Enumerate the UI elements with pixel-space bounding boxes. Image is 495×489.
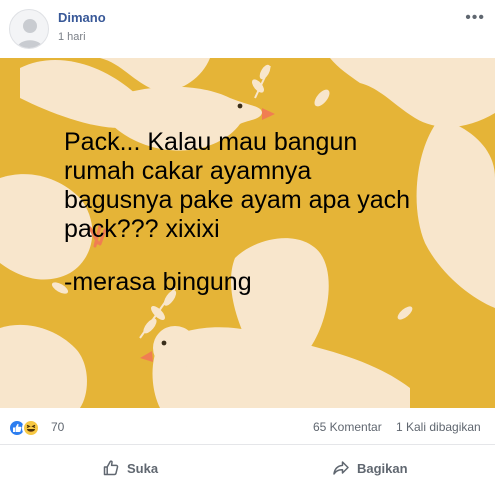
post-time[interactable]: 1 hari bbox=[58, 31, 86, 43]
post-image[interactable]: Pack... Kalau mau bangun rumah cakar aya… bbox=[0, 58, 495, 408]
caption-line: rumah cakar ayamnya bbox=[64, 157, 312, 185]
post-actions: Suka Bagikan bbox=[0, 446, 495, 489]
caption-line: Pack... Kalau mau bangun bbox=[64, 128, 358, 156]
share-button[interactable]: Bagikan bbox=[332, 458, 408, 478]
reaction-count[interactable]: 70 bbox=[51, 420, 64, 434]
caption-line bbox=[64, 244, 444, 268]
more-icon[interactable]: ••• bbox=[465, 10, 485, 26]
share-arrow-icon bbox=[333, 461, 349, 475]
comment-count[interactable]: 65 Komentar bbox=[313, 420, 382, 434]
post-stats: 70 65 Komentar 1 Kali dibagikan bbox=[0, 409, 495, 445]
author-name[interactable]: Dimano bbox=[58, 10, 106, 25]
share-button-label: Bagikan bbox=[357, 460, 408, 476]
post-header: Dimano 1 hari ••• bbox=[0, 0, 495, 58]
caption-line: bagusnya pake ayam apa yach bbox=[64, 186, 411, 214]
caption-line: -merasa bingung bbox=[64, 268, 252, 296]
image-caption: Pack... Kalau mau bangun rumah cakar aya… bbox=[64, 128, 444, 297]
like-button[interactable]: Suka bbox=[102, 458, 158, 478]
like-button-label: Suka bbox=[127, 460, 159, 476]
default-avatar-icon bbox=[16, 19, 44, 48]
share-count[interactable]: 1 Kali dibagikan bbox=[396, 420, 481, 434]
haha-reaction-icon bbox=[22, 419, 40, 437]
avatar[interactable] bbox=[9, 9, 49, 49]
caption-line: pack??? xixixi bbox=[64, 215, 220, 243]
thumbs-up-icon bbox=[103, 460, 119, 476]
